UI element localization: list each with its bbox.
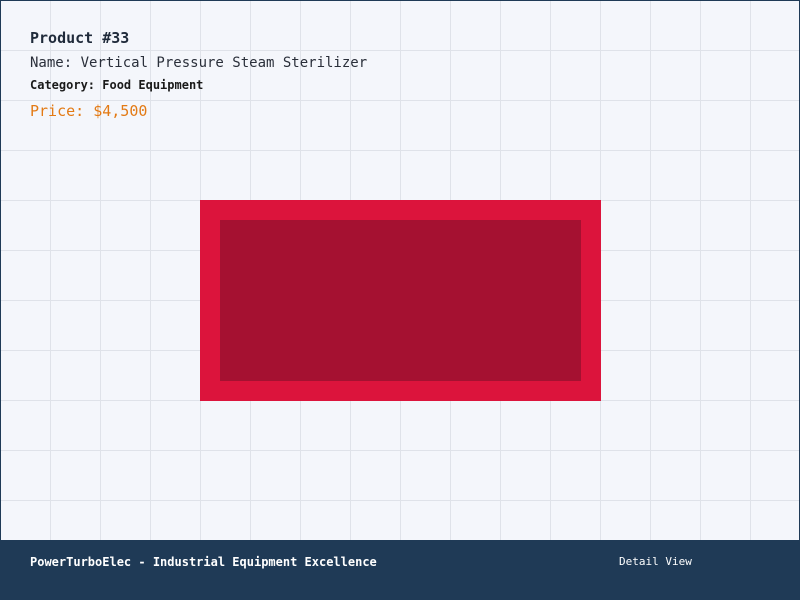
product-id: Product #33: [30, 29, 130, 47]
product-name: Name: Vertical Pressure Steam Sterilizer: [30, 55, 368, 71]
product-info: Product #33 Name: Vertical Pressure Stea…: [30, 28, 367, 121]
product-price: Price: $4,500: [30, 102, 148, 120]
detail-view-label: Detail View: [619, 555, 692, 568]
product-image-inner: [220, 220, 581, 381]
product-image: [200, 200, 601, 401]
product-category: Category: Food Equipment: [30, 78, 204, 92]
detail-page: { "product": { "id_label": "Product #33"…: [0, 0, 800, 600]
footer: PowerTurboElec - Industrial Equipment Ex…: [0, 540, 800, 600]
footer-brand: PowerTurboElec - Industrial Equipment Ex…: [30, 555, 377, 569]
